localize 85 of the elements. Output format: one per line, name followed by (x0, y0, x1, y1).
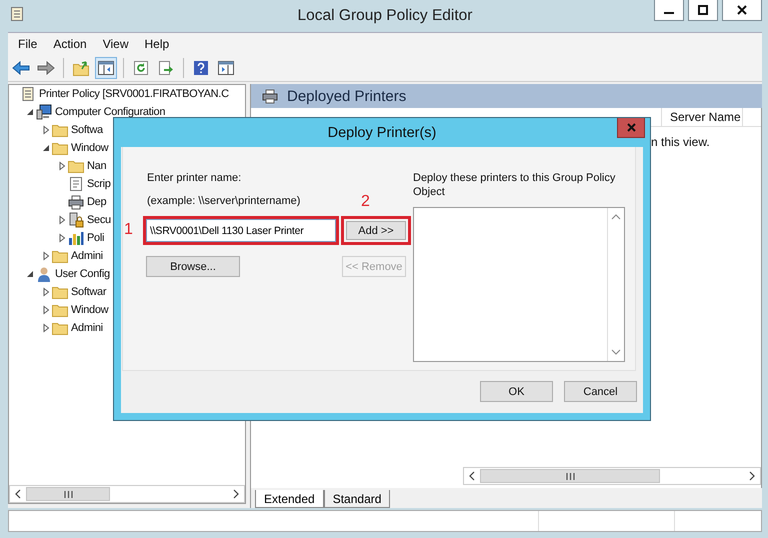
expanded-arrow-icon[interactable] (25, 107, 35, 117)
list-box[interactable] (413, 207, 625, 362)
menu-item[interactable]: Help (136, 36, 178, 50)
arrow-right-icon (37, 60, 55, 74)
refresh-icon (133, 60, 149, 76)
tree-item[interactable]: Printer Policy [SRV0001.FIRATBOYAN.C (39, 88, 229, 100)
browse-button[interactable]: Browse... (146, 256, 240, 277)
computer-icon (36, 104, 52, 120)
folder-icon (68, 159, 84, 173)
collapsed-arrow-icon[interactable] (57, 233, 67, 243)
tree-item[interactable]: Softwar (71, 286, 106, 298)
menu-item[interactable]: Action (45, 36, 95, 50)
list-label: Deploy these printers to this Group Policy Object (413, 171, 616, 199)
collapsed-arrow-icon[interactable] (41, 323, 51, 333)
collapsed-arrow-icon[interactable] (41, 287, 51, 297)
annotation-number: 1 (124, 222, 133, 238)
panel-icon (98, 60, 114, 74)
collapsed-arrow-icon[interactable] (57, 215, 67, 225)
scroll-icon (20, 86, 36, 102)
tree-item[interactable]: Admini (71, 322, 103, 334)
maximize-icon (698, 5, 708, 15)
user-icon (36, 266, 52, 282)
empty-message: n this view. (651, 135, 710, 149)
minimize-button[interactable] (654, 0, 684, 21)
show-tree-button[interactable] (95, 56, 117, 78)
tree-item[interactable]: Poli (87, 232, 104, 244)
arrow-left-icon (12, 60, 30, 74)
minimize-icon (664, 12, 674, 14)
bar-chart-icon (68, 230, 84, 246)
folder-icon (52, 141, 68, 155)
dialog-title: Deploy Printer(s) (328, 124, 436, 140)
tree-item[interactable]: Nan (87, 160, 106, 172)
tree-item[interactable]: Window (71, 304, 108, 316)
close-button[interactable] (722, 0, 762, 21)
horizontal-scrollbar[interactable] (9, 485, 245, 503)
add-button[interactable]: Add >> (346, 221, 406, 240)
printer-icon (261, 88, 279, 104)
grip-icon (64, 490, 72, 498)
horizontal-scrollbar[interactable] (463, 467, 761, 485)
column-header[interactable]: Server Name (662, 108, 743, 126)
panel-icon (218, 60, 234, 74)
collapsed-arrow-icon[interactable] (41, 305, 51, 315)
expanded-arrow-icon[interactable] (41, 143, 51, 153)
help-icon (193, 60, 209, 76)
ok-button[interactable]: OK (480, 381, 553, 402)
menu-item[interactable]: File (10, 36, 46, 50)
tree-item[interactable]: Computer Configuration (55, 106, 166, 118)
folder-icon (52, 285, 68, 299)
folder-icon (52, 321, 68, 335)
lock-icon (68, 212, 84, 228)
printer-icon (68, 194, 84, 210)
cancel-button[interactable]: Cancel (564, 381, 637, 402)
tree-item[interactable]: Secu (87, 214, 111, 226)
folder-icon (52, 123, 68, 137)
document-icon (68, 176, 84, 192)
field-label: Enter printer name: (147, 171, 242, 185)
folder-icon (52, 249, 68, 263)
tree-item[interactable]: Admini (71, 250, 103, 262)
tab[interactable]: Extended (255, 490, 324, 508)
collapsed-arrow-icon[interactable] (41, 125, 51, 135)
grip-icon (566, 472, 574, 480)
scroll-icon (10, 6, 24, 22)
window-title: Local Group Policy Editor (298, 7, 472, 25)
pane-title: Deployed Printers (287, 88, 406, 104)
scrollbar-thumb[interactable] (26, 487, 110, 501)
menu-item[interactable]: View (94, 36, 136, 50)
close-icon (626, 123, 636, 132)
tree-item[interactable]: Scrip (87, 178, 111, 190)
annotation-number: 2 (361, 194, 370, 210)
example-text: (example: \\server\printername) (147, 194, 300, 208)
export-icon (158, 60, 174, 76)
tree-item[interactable]: Dep (87, 196, 106, 208)
expanded-arrow-icon[interactable] (25, 269, 35, 279)
tab[interactable]: Standard (324, 490, 390, 508)
tree-item[interactable]: Window (71, 142, 108, 154)
tree-item[interactable]: Softwa (71, 124, 103, 136)
collapsed-arrow-icon[interactable] (57, 161, 67, 171)
collapsed-arrow-icon[interactable] (41, 251, 51, 261)
folder-icon (52, 303, 68, 317)
input-field[interactable]: \\SRV0001\Dell 1130 Laser Printer (146, 219, 336, 242)
tree-item[interactable]: User Config (55, 268, 110, 280)
scrollbar-thumb[interactable] (480, 469, 660, 483)
close-icon (737, 5, 747, 15)
folder-icon (73, 60, 89, 76)
maximize-button[interactable] (688, 0, 718, 21)
